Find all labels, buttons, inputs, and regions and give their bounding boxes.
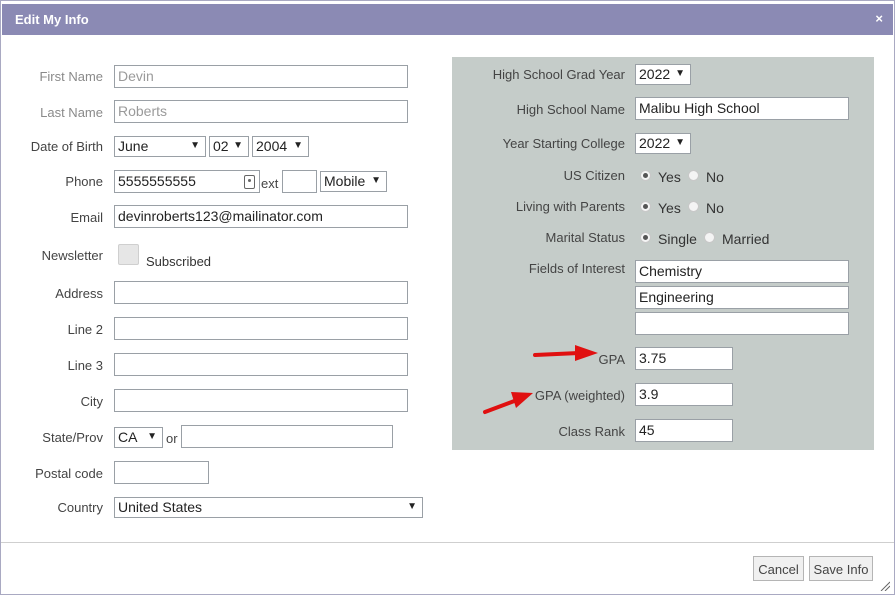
annotation-arrows [483, 345, 598, 414]
cancel-button[interactable]: Cancel [753, 556, 804, 581]
edit-info-dialog: Edit My Info × First Name Devin Last Nam… [0, 0, 895, 595]
save-info-button[interactable]: Save Info [809, 556, 873, 581]
resize-grip-icon[interactable] [880, 581, 890, 591]
arrow-icon [533, 345, 598, 361]
arrow-icon [483, 392, 533, 414]
footer-divider [1, 542, 894, 543]
